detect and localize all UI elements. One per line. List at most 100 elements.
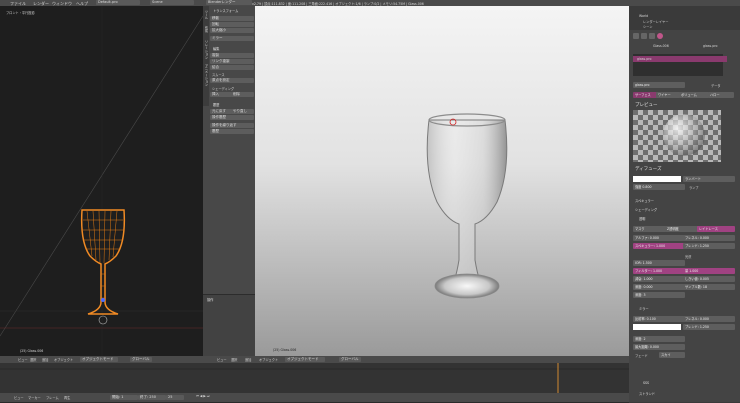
undo-button[interactable]: 元に戻す: [210, 109, 232, 114]
tab-surface[interactable]: サーフェス: [633, 92, 657, 98]
mirror-fresnel-field[interactable]: フレネル: 0.000: [683, 316, 735, 322]
diffuse-ramp-toggle[interactable]: ランプ: [689, 185, 698, 190]
layout-selector[interactable]: Default.pro: [96, 0, 140, 5]
material-tab-icon[interactable]: [657, 33, 663, 39]
strand-title[interactable]: ストランド: [639, 391, 655, 396]
timeline-end-field[interactable]: 終了: 250: [138, 395, 166, 400]
mirror-color-swatch[interactable]: [633, 324, 681, 330]
preview-title[interactable]: プレビュー: [635, 102, 658, 108]
timeline-menu-view[interactable]: ビュー: [14, 395, 24, 400]
fresnel-field[interactable]: フレネル: 0.000: [683, 235, 735, 241]
mirror-title[interactable]: ミラー: [639, 306, 649, 311]
keyframe-delete-button[interactable]: 削除: [231, 92, 254, 97]
render-tab-icon[interactable]: [633, 33, 639, 39]
repeat-last-button[interactable]: 操作を繰り返す: [210, 123, 254, 128]
depth-field[interactable]: 深度: 0.000: [633, 284, 685, 290]
undo-history-button[interactable]: 操作履歴: [210, 115, 254, 120]
repeat-history-button[interactable]: 履歴: [210, 129, 254, 134]
wireframe-glass[interactable]: [68, 202, 138, 332]
lv-orientation-selector[interactable]: グローバル: [130, 357, 152, 362]
alpha-field[interactable]: アルファ: 0.000: [633, 235, 685, 241]
scene-tab-icon[interactable]: [641, 33, 647, 39]
keyframe-insert-button[interactable]: 挿入: [210, 92, 232, 97]
diffuse-color-swatch[interactable]: [633, 176, 681, 182]
lv-menu-view[interactable]: ビュー: [18, 357, 28, 362]
rv-menu-select[interactable]: 選択: [231, 357, 237, 362]
diffuse-intensity-field[interactable]: 強度 0.800: [633, 184, 685, 190]
outliner-world[interactable]: World: [639, 14, 648, 18]
material-name-field[interactable]: glass.pro: [633, 82, 685, 88]
sss-title[interactable]: SSS: [643, 381, 649, 385]
duplicate-linked-button[interactable]: リンク複製: [210, 59, 254, 64]
timeline-menu-playback[interactable]: 再生: [64, 395, 70, 400]
mirror-depth-field[interactable]: 深度: 2: [633, 336, 685, 342]
lv-menu-select[interactable]: 選択: [30, 357, 36, 362]
set-origin-button[interactable]: 原点を設定: [210, 78, 254, 83]
transparency-mask-button[interactable]: マスク: [633, 226, 667, 232]
specular-title[interactable]: スペキュラー: [635, 198, 654, 203]
object-tab-icon[interactable]: [649, 33, 655, 39]
timeline-menu-frame[interactable]: フレーム: [46, 395, 59, 400]
translate-button[interactable]: 移動: [210, 16, 254, 21]
diffuse-shader-selector[interactable]: ランバート: [683, 176, 735, 182]
lv-menu-add[interactable]: 追加: [42, 357, 48, 362]
shading-title[interactable]: シェーディング: [635, 207, 657, 212]
join-button[interactable]: 結合: [210, 65, 254, 70]
transparency-title[interactable]: 透明: [639, 216, 645, 221]
mirror-button[interactable]: ミラー: [210, 36, 254, 41]
diffuse-title[interactable]: ディフューズ: [635, 166, 661, 172]
reflectivity-field[interactable]: 反射率: 0.100: [633, 316, 685, 322]
lv-mode-selector[interactable]: オブジェクトモード: [80, 357, 118, 362]
render-viewport[interactable]: (25) Glass.006: [255, 6, 629, 356]
tab-tools[interactable]: ツール: [204, 10, 209, 20]
rv-menu-view[interactable]: ビュー: [217, 357, 227, 362]
samples-field[interactable]: サンプル数: 18: [683, 284, 735, 290]
edit-title[interactable]: 編集: [213, 46, 219, 51]
duplicate-button[interactable]: 複製: [210, 53, 254, 58]
blend-field[interactable]: ブレンド: 1.250: [683, 243, 735, 249]
scale-button[interactable]: 拡大縮小: [210, 28, 254, 33]
tab-volume[interactable]: ボリューム: [679, 92, 709, 98]
history-title[interactable]: 履歴: [213, 102, 219, 107]
render-engine-selector[interactable]: Blenderレンダー: [206, 0, 252, 5]
left-3d-viewport[interactable]: フロント・平行投影 (25) Glass.006: [0, 6, 203, 356]
rv-menu-object[interactable]: オブジェクト: [259, 357, 278, 362]
rv-mode-selector[interactable]: オブジェクトモード: [285, 357, 325, 362]
transparency-ztransp-button[interactable]: Z透明度: [665, 226, 699, 232]
timeline-start-field[interactable]: 開始: 1: [110, 395, 138, 400]
tab-relations[interactable]: リレーション: [204, 40, 209, 59]
tab-halo[interactable]: ハロー: [708, 92, 734, 98]
edit-label-smooth: スムース: [212, 73, 225, 77]
timeline-menu-marker[interactable]: マーカー: [28, 395, 41, 400]
timeline-current-frame[interactable]: 25: [166, 395, 184, 400]
intensity-value: 0.800: [642, 185, 652, 189]
timeline[interactable]: [0, 363, 629, 393]
outliner-scene[interactable]: シーン: [643, 24, 652, 29]
transparency-raytrace-button[interactable]: レイトレース: [697, 226, 735, 232]
play-controls-icon[interactable]: ⏮ ◀ ▶ ⏭: [196, 394, 210, 398]
tab-create[interactable]: 作成: [204, 26, 209, 32]
transform-title[interactable]: トランスフォーム: [213, 8, 238, 13]
scene-selector[interactable]: Scene: [150, 0, 194, 5]
depth-limit-field[interactable]: 深度: 3: [633, 292, 685, 298]
specular-value-field[interactable]: スペキュラー: 1.000: [633, 243, 685, 249]
rv-orientation-selector[interactable]: グローバル: [339, 357, 361, 362]
rv-menu-add[interactable]: 追加: [245, 357, 251, 362]
material-slot-list[interactable]: glass.pro: [633, 54, 727, 76]
max-dist-field[interactable]: 最大距離: 0.000: [633, 344, 685, 350]
ior-field[interactable]: IOR: 1.500: [633, 260, 685, 266]
mirror-blend-field[interactable]: ブレンド: 1.250: [683, 324, 735, 330]
lv-menu-object[interactable]: オブジェクト: [54, 357, 73, 362]
material-slot-item[interactable]: glass.pro: [633, 56, 727, 62]
fade-mode-selector[interactable]: スカイ: [659, 352, 685, 358]
operator-title[interactable]: 操作: [207, 297, 213, 302]
falloff-field[interactable]: 減衰: 1.000: [633, 276, 685, 282]
tab-wire[interactable]: ワイヤー: [656, 92, 680, 98]
gloss-amount-field[interactable]: 量 1.000: [683, 268, 735, 274]
redo-button[interactable]: やり直し: [231, 109, 254, 114]
threshold-field[interactable]: しきい値: 0.005: [683, 276, 735, 282]
rotate-button[interactable]: 回転: [210, 22, 254, 27]
wine-glass-render[interactable]: [407, 110, 527, 310]
tab-animation[interactable]: アニメーション: [204, 64, 209, 86]
filter-field[interactable]: フィルター: 1.000: [633, 268, 685, 274]
